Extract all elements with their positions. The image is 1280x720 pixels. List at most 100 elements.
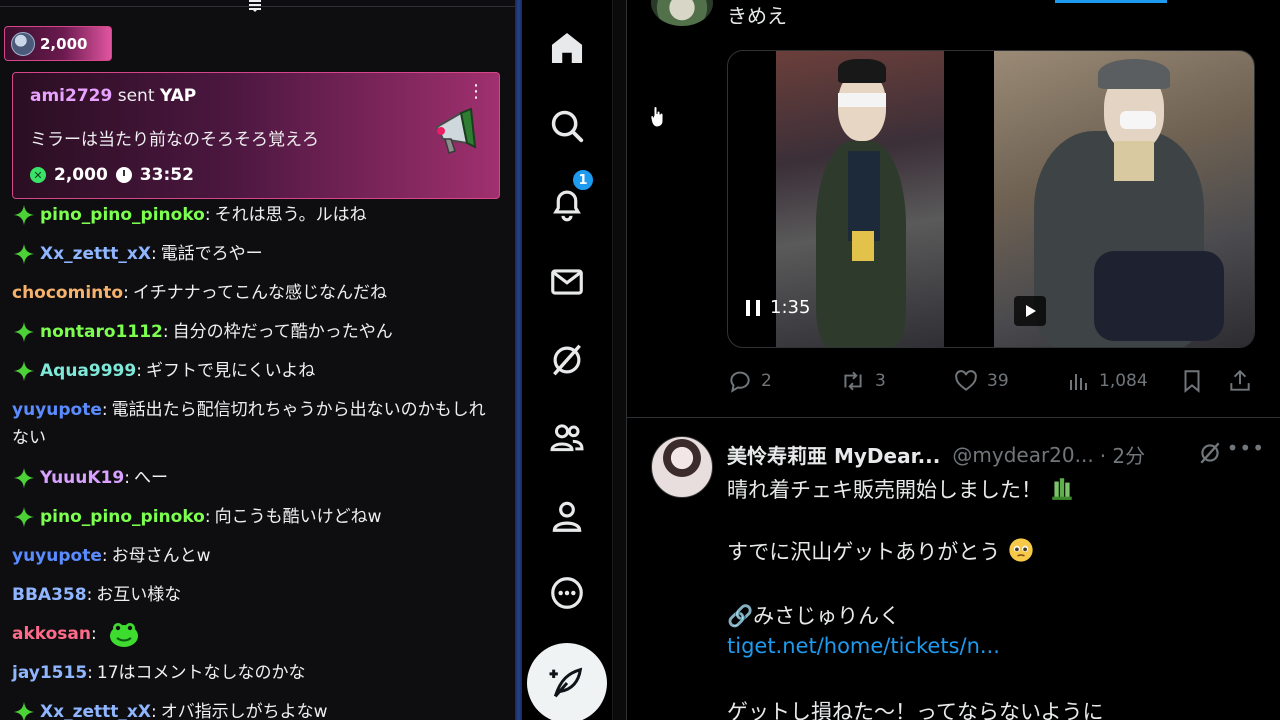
yap-timer: 33:52 — [139, 165, 194, 185]
chat-message: YuuuK19: へー — [12, 463, 502, 502]
post-actions: 2 3 39 1,084 — [727, 368, 1255, 398]
sparkle-badge-icon[interactable] — [12, 201, 36, 229]
share-button[interactable] — [1227, 368, 1253, 394]
chat-username[interactable]: chocominto — [12, 279, 123, 307]
sparkle-badge-icon[interactable] — [12, 240, 36, 268]
post-author-handle[interactable]: @mydear20... — [952, 443, 1093, 467]
views-button[interactable]: 1,084 — [1067, 368, 1148, 394]
panel-divider[interactable] — [515, 0, 522, 720]
chat-message-text: イチナナってこんな感じなんだね — [132, 283, 387, 303]
search-icon — [551, 110, 584, 143]
pause-icon[interactable] — [746, 299, 760, 316]
mail-icon — [551, 269, 583, 295]
chat-message: BBA358: お互い様な — [12, 580, 502, 619]
reply-button[interactable]: 2 — [727, 368, 772, 394]
nav-messages[interactable] — [544, 259, 590, 305]
more-horizontal-icon[interactable]: ••• — [1227, 436, 1265, 460]
chat-message: pino_pino_pinoko: それは思う。ルはね — [12, 200, 502, 239]
chat-username[interactable]: yuyupote — [12, 400, 102, 420]
chat-username[interactable]: pino_pino_pinoko — [40, 503, 205, 531]
frog-emote-icon — [109, 620, 139, 648]
sparkle-badge-icon[interactable] — [12, 698, 36, 720]
post-author-name[interactable]: 美怜寿莉亜 MyDear... — [727, 440, 940, 469]
chat-username[interactable]: BBA358 — [12, 581, 87, 609]
sparkle-badge-icon[interactable] — [12, 357, 36, 385]
sparkle-badge-icon[interactable] — [12, 464, 36, 492]
chat-username[interactable]: Xx_zettt_xX — [40, 698, 151, 720]
post-text: きめえ — [727, 4, 787, 28]
sidebar-nav: 1 — [522, 0, 612, 720]
bits-amount: 2,000 — [40, 34, 88, 53]
tab-indicator — [1055, 0, 1167, 3]
notification-count-badge: 1 — [572, 169, 594, 191]
chat-message: chocominto: イチナナってこんな感じなんだね — [12, 278, 502, 317]
post-link[interactable]: tiget.net/home/tickets/n... — [727, 634, 1000, 658]
sparkle-badge-icon[interactable] — [12, 503, 36, 531]
avatar — [11, 31, 35, 56]
grok-icon — [553, 344, 581, 376]
clock-icon — [115, 167, 132, 183]
megaphone-icon — [435, 107, 477, 154]
nav-more[interactable] — [544, 570, 590, 616]
yap-sent-label: sent — [112, 86, 160, 106]
views-icon — [1070, 374, 1087, 390]
chat-colon: : — [204, 205, 211, 225]
chat-username[interactable]: pino_pino_pinoko — [40, 201, 205, 229]
bits-leaderboard-pill[interactable]: 2,000 — [4, 26, 112, 61]
nav-home[interactable] — [544, 25, 590, 71]
yap-amount: 2,000 — [54, 165, 108, 185]
more-vertical-icon[interactable]: ⋮ — [467, 83, 485, 101]
chat-message: akkosan: — [12, 619, 502, 658]
repost-button[interactable]: 3 — [839, 368, 886, 394]
yap-username[interactable]: ami2729 — [30, 86, 112, 106]
post-text-line-2: すでに沢山ゲットありがとう — [727, 540, 1001, 564]
like-icon — [955, 370, 977, 391]
menu-collapse-icon[interactable] — [246, 0, 264, 14]
nav-search[interactable] — [544, 103, 590, 149]
chat-colon: : — [150, 702, 157, 720]
repost-count: 3 — [875, 371, 886, 391]
post-media[interactable]: 1:35 — [727, 50, 1255, 348]
chat-username[interactable]: Aqua9999 — [40, 357, 136, 385]
nav-profile[interactable] — [544, 493, 590, 539]
grok-icon[interactable] — [1197, 440, 1223, 471]
chat-colon: : — [123, 283, 129, 303]
post-header: 美怜寿莉亜 MyDear... @mydear20... · 2分 ••• — [727, 436, 1267, 471]
chat-username[interactable]: akkosan — [12, 620, 91, 648]
post-text-line-4: ゲットし損ねた～！ってならないように — [727, 700, 1104, 720]
chat-colon: : — [124, 468, 130, 488]
post-text-line-1: 晴れ着チェキ販売開始しました！ — [727, 478, 1042, 502]
mouse-cursor-icon — [650, 106, 664, 128]
sparkle-badge-icon[interactable] — [12, 318, 36, 346]
post-divider — [627, 417, 1280, 418]
yap-header: ami2729 sent YAP — [30, 86, 196, 106]
chat-username[interactable]: nontaro1112 — [40, 318, 163, 346]
post-timestamp[interactable]: · 2分 — [1100, 440, 1145, 469]
home-icon — [551, 32, 583, 64]
bookmark-button[interactable] — [1179, 368, 1205, 394]
chat-username[interactable]: jay1515 — [12, 659, 87, 687]
play-icon[interactable] — [1014, 296, 1046, 326]
nav-grok[interactable] — [544, 337, 590, 383]
chat-username[interactable]: Xx_zettt_xX — [40, 240, 151, 268]
like-button[interactable]: 39 — [953, 368, 1009, 394]
chat-username[interactable]: yuyupote — [12, 542, 102, 570]
chat-message: yuyupote: 電話出たら配信切れちゃうから出ないのかもしれない — [12, 395, 502, 463]
chat-message-text: オバ指示しがちよなw — [160, 702, 328, 720]
chat-colon: : — [87, 663, 93, 683]
avatar[interactable] — [651, 436, 713, 498]
chat-message-list: pino_pino_pinoko: それは思う。ルはね Xx_zettt_xX: 電話… — [12, 200, 502, 720]
chat-message-text: 自分の枠だって酷かったやん — [172, 322, 393, 342]
chat-message-text: へー — [133, 468, 168, 488]
nav-communities[interactable] — [544, 415, 590, 461]
chat-username[interactable]: YuuuK19 — [40, 464, 124, 492]
yap-stats: ✕ 2,000 33:52 — [30, 165, 194, 185]
rail-separator — [612, 0, 627, 720]
compose-post-button[interactable] — [527, 643, 607, 720]
chat-message-text: ギフトで見にくいよね — [145, 361, 316, 381]
yap-gift-card[interactable]: ami2729 sent YAP ミラーは当たり前なのそろそろ覚えろ ✕ 2,0… — [12, 72, 500, 199]
chat-colon: : — [101, 400, 108, 420]
nav-notifications[interactable]: 1 — [544, 169, 594, 227]
share-icon — [1230, 369, 1250, 391]
avatar[interactable] — [651, 0, 713, 26]
